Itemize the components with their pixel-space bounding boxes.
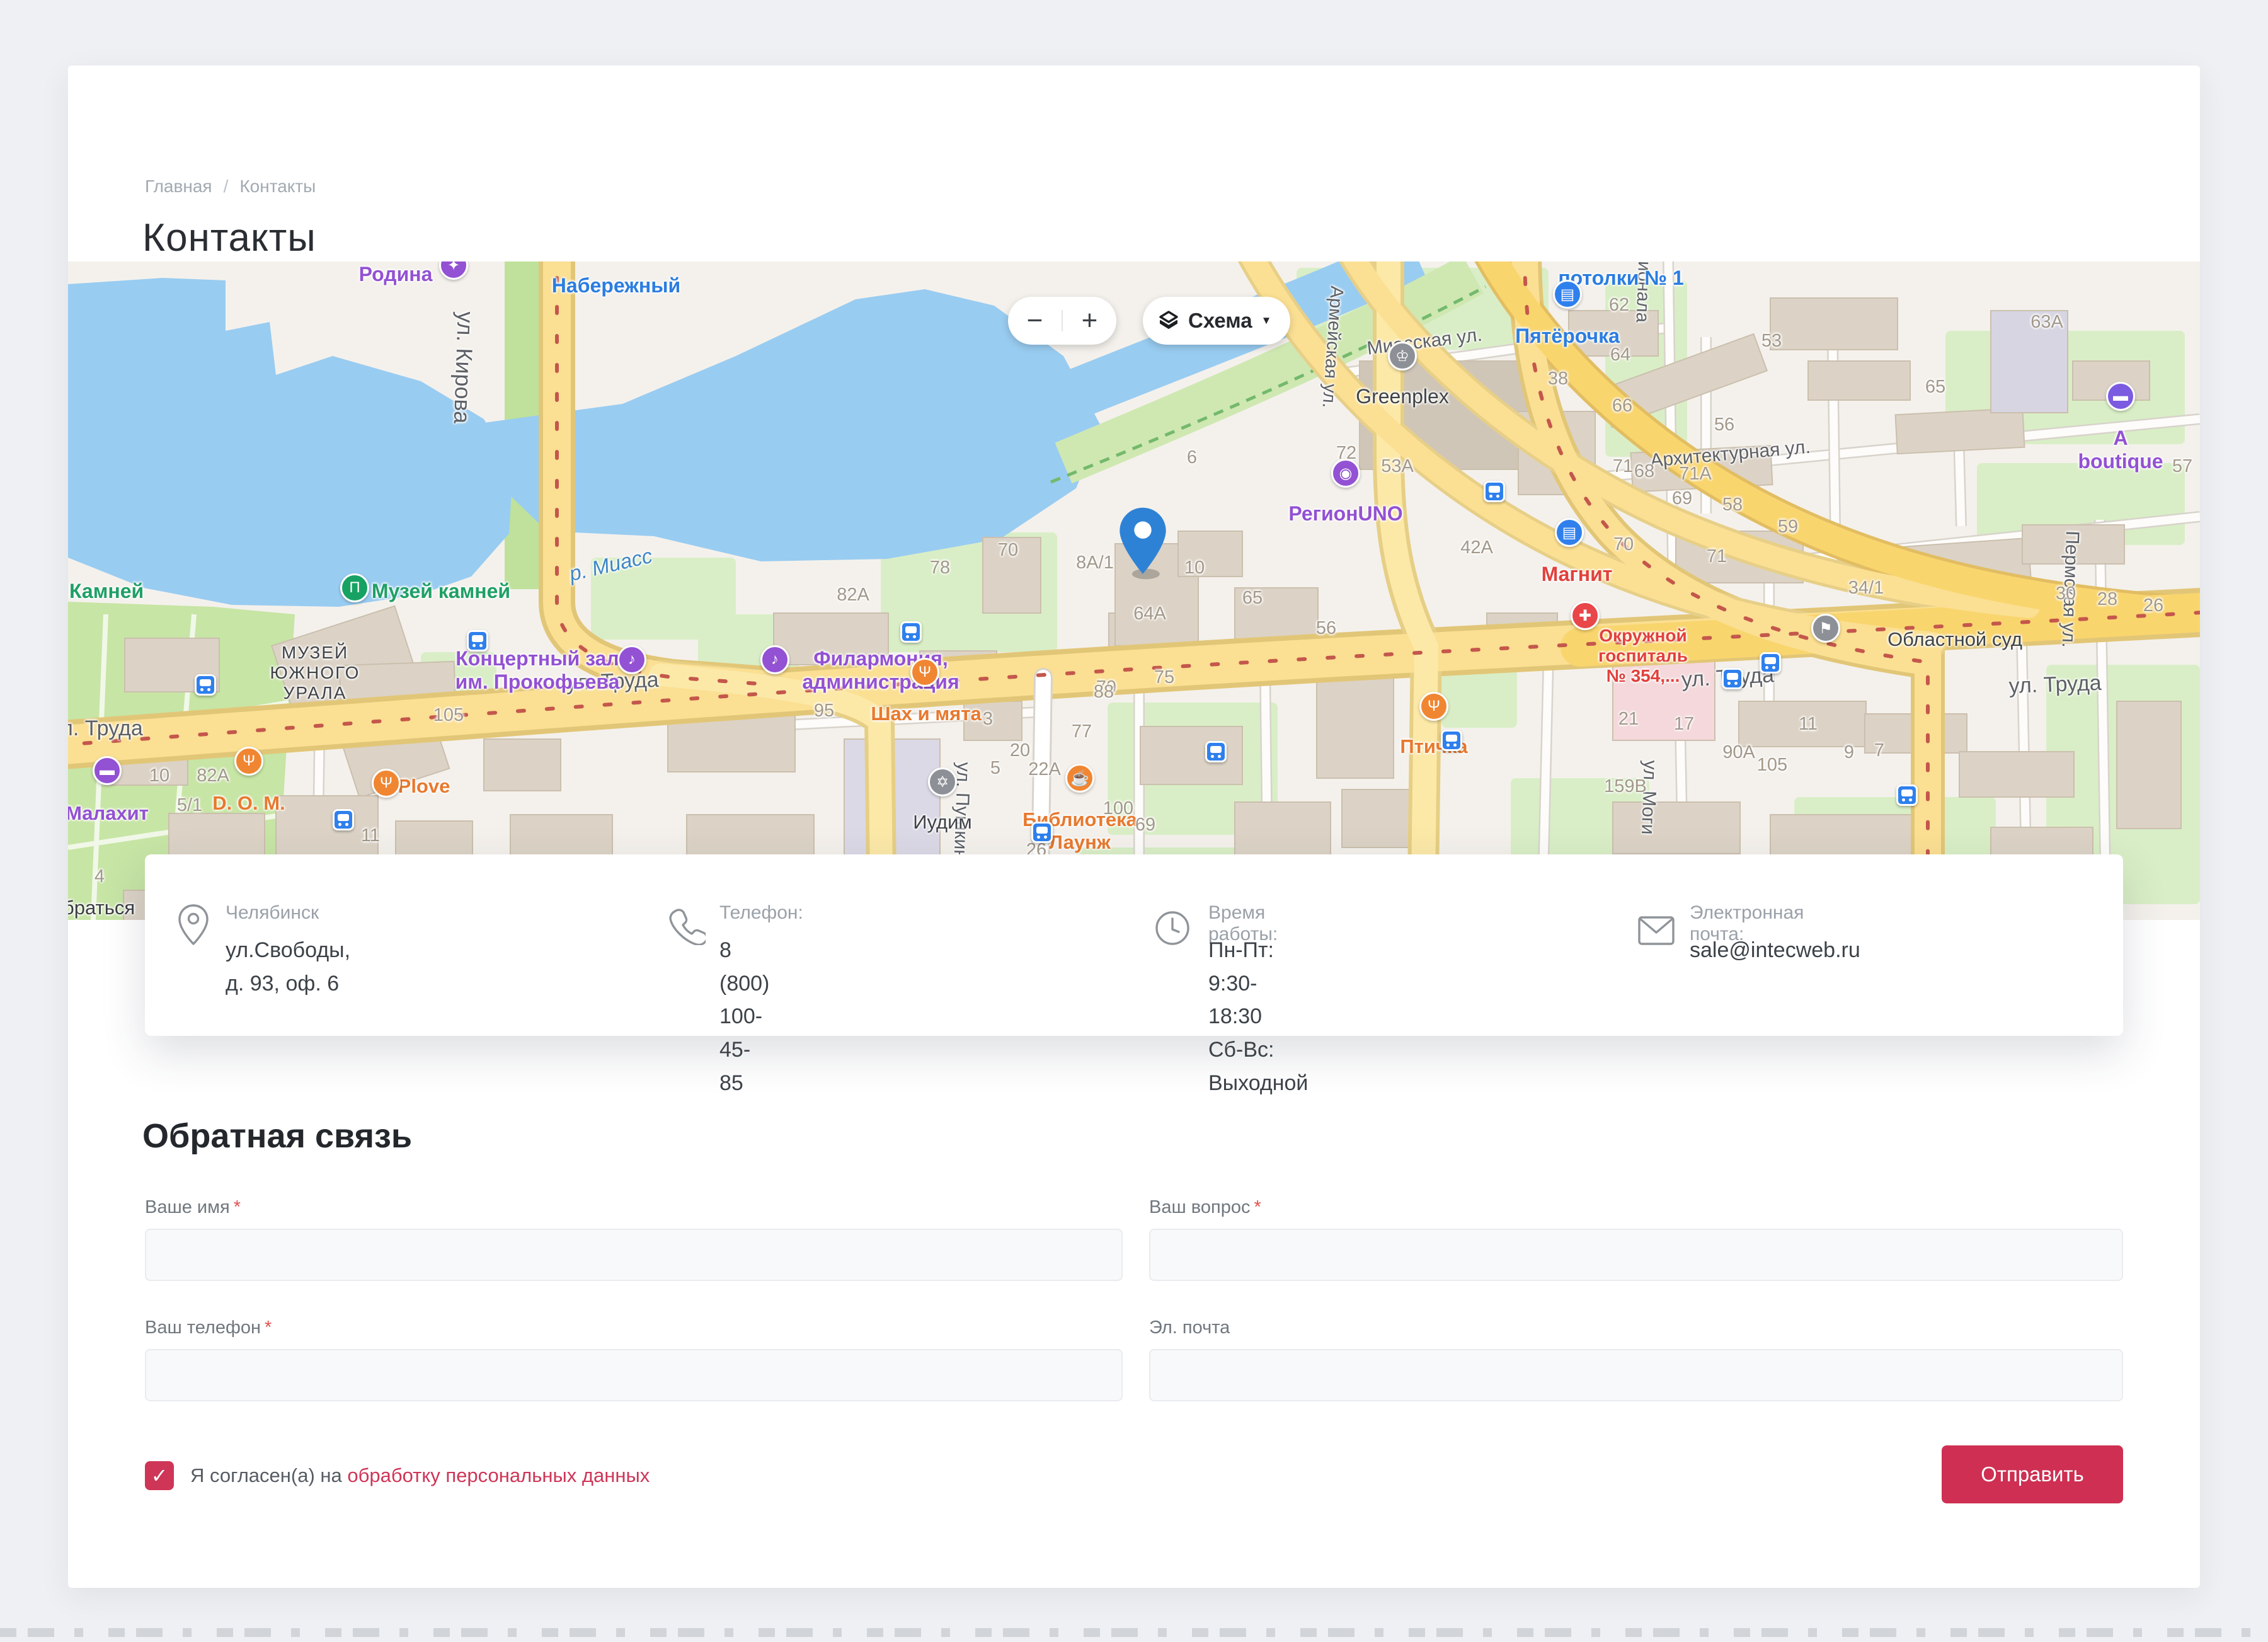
map-zoom-control: − + xyxy=(1008,297,1116,345)
feedback-form: Ваше имя* Ваш вопрос* Ваш телефон* Эл. почт… xyxy=(145,1197,2123,1401)
breadcrumb-home[interactable]: Главная xyxy=(145,176,212,196)
field-input[interactable] xyxy=(145,1229,1123,1281)
bus-stop-icon[interactable] xyxy=(1441,730,1462,751)
email-icon xyxy=(1637,915,1676,950)
philharmonic-icon[interactable]: ♪ xyxy=(760,645,789,674)
submit-button[interactable]: Отправить xyxy=(1942,1445,2123,1503)
field-label: Ваш телефон* xyxy=(145,1318,1123,1338)
field-input[interactable] xyxy=(145,1349,1123,1401)
footer-marquee xyxy=(0,1628,2268,1637)
form-field-2: Ваш вопрос* xyxy=(1149,1197,2123,1281)
layers-icon xyxy=(1158,310,1179,331)
region-uno-icon[interactable]: ◉ xyxy=(1331,459,1360,488)
museum-icon[interactable]: Π xyxy=(340,573,369,602)
field-input[interactable] xyxy=(1149,1349,2123,1401)
field-label: Ваше имя* xyxy=(145,1197,1123,1218)
greenplex-icon[interactable]: ♔ xyxy=(1388,342,1417,370)
phone-label: Телефон: xyxy=(719,902,803,924)
restaurant-icon[interactable]: Ψ xyxy=(372,769,401,798)
field-input[interactable] xyxy=(1149,1229,2123,1281)
breadcrumb-separator: / xyxy=(224,176,229,196)
hours-value: Пн-Пт: 9:30-18:30Сб-Вс: Выходной xyxy=(1208,934,1308,1099)
court-icon[interactable]: ⚑ xyxy=(1811,614,1840,643)
zoom-out-button[interactable]: − xyxy=(1008,305,1062,336)
bus-stop-icon[interactable] xyxy=(333,809,354,830)
clock-icon xyxy=(1153,909,1192,951)
zoom-in-button[interactable]: + xyxy=(1063,305,1116,336)
field-label: Эл. почта xyxy=(1149,1318,2123,1338)
location-pin-icon[interactable] xyxy=(1115,506,1171,580)
bus-stop-icon[interactable] xyxy=(1760,652,1781,674)
bus-stop-icon[interactable] xyxy=(1031,822,1053,843)
address-value: ул.Свободы, д. 93, оф. 6 xyxy=(226,934,350,1000)
magnit-icon[interactable]: ▤ xyxy=(1555,518,1584,547)
hotel-icon[interactable]: ▬ xyxy=(93,756,122,785)
concert-hall-icon[interactable]: ♪ xyxy=(617,645,646,674)
map-background xyxy=(68,261,2200,920)
bus-stop-icon[interactable] xyxy=(1484,481,1505,502)
bus-stop-icon[interactable] xyxy=(467,630,488,652)
consent-row: ✓ Я согласен(а) на обработку персональны… xyxy=(145,1461,650,1490)
synagogue-icon[interactable]: ✡ xyxy=(928,767,957,796)
form-field-3: Ваш телефон* xyxy=(145,1318,1123,1401)
phone-icon xyxy=(667,906,706,948)
map-canvas[interactable]: ул. Кироваул. Трудал. Трудаул. Трудаул. … xyxy=(68,261,2200,920)
chevron-down-icon: ▼ xyxy=(1261,314,1272,327)
city-label: Челябинск xyxy=(226,902,319,924)
layer-label: Схема xyxy=(1188,309,1252,333)
pyaterochka-icon[interactable]: ▤ xyxy=(1553,280,1582,309)
form-field-1: Ваше имя* xyxy=(145,1197,1123,1281)
bus-stop-icon[interactable] xyxy=(900,621,922,643)
consent-checkbox[interactable]: ✓ xyxy=(145,1461,174,1490)
breadcrumb-current: Контакты xyxy=(239,176,316,196)
restaurant-icon[interactable]: Ψ xyxy=(910,658,939,687)
form-field-4: Эл. почта xyxy=(1149,1318,2123,1401)
feedback-heading: Обратная связь xyxy=(142,1117,412,1156)
field-label: Ваш вопрос* xyxy=(1149,1197,2123,1218)
consent-text: Я согласен(а) на обработку персональных … xyxy=(190,1464,650,1487)
required-asterisk: * xyxy=(1254,1197,1261,1217)
hospital-icon[interactable]: ✚ xyxy=(1571,601,1600,630)
required-asterisk: * xyxy=(234,1197,241,1217)
personal-data-link[interactable]: обработку персональных данных xyxy=(347,1464,650,1486)
email-value[interactable]: sale@intecweb.ru xyxy=(1690,934,1860,967)
contact-info-card: Челябинск ул.Свободы, д. 93, оф. 6 Телеф… xyxy=(145,854,2123,1036)
bus-stop-icon[interactable] xyxy=(1896,784,1918,806)
bus-stop-icon[interactable] xyxy=(1722,668,1743,689)
bus-stop-icon[interactable] xyxy=(1205,741,1227,762)
restaurant-icon[interactable]: Ψ xyxy=(234,747,263,776)
page-title: Контакты xyxy=(142,215,316,260)
map-layer-button[interactable]: Схема ▼ xyxy=(1143,297,1290,345)
phone-value[interactable]: 8 (800) 100-45-85 xyxy=(719,934,769,1099)
location-icon xyxy=(175,902,212,955)
required-asterisk: * xyxy=(265,1318,272,1338)
lounge-icon[interactable]: ☕ xyxy=(1065,764,1094,793)
content-panel: Главная / Контакты Контакты xyxy=(68,66,2200,1588)
hotel-icon[interactable]: ▬ xyxy=(2106,382,2135,411)
breadcrumb: Главная / Контакты xyxy=(145,176,316,197)
bus-stop-icon[interactable] xyxy=(195,674,216,696)
restaurant-icon[interactable]: Ψ xyxy=(1419,692,1448,721)
